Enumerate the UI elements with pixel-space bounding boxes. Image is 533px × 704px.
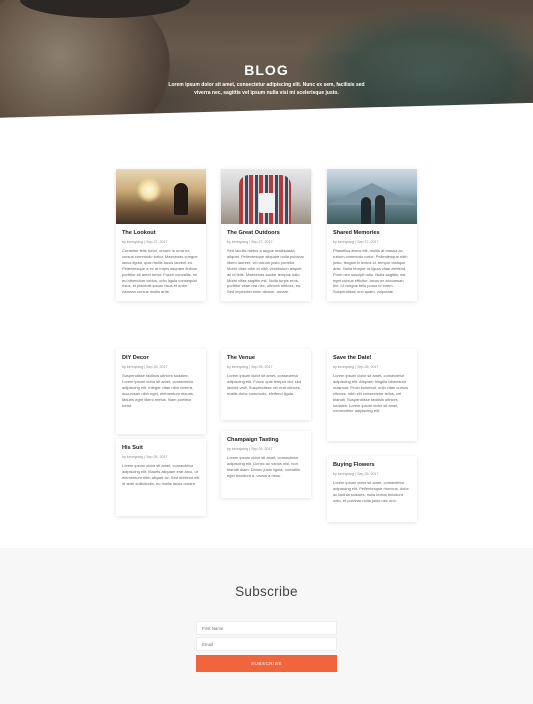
- post-meta: by kennyoing | Sep 26, 2017: [333, 472, 379, 476]
- post-meta: by kennyoing | Sep 27, 2017: [227, 240, 273, 244]
- post-excerpt: Lorem ipsum dolor sit amet, consectetur …: [227, 373, 302, 396]
- post-excerpt: Suspendisse facilisis ultrices sodales. …: [122, 373, 195, 408]
- post-meta: by kennyoing | Sep 26, 2017: [122, 365, 168, 369]
- post-title[interactable]: Shared Memories: [333, 230, 411, 237]
- blog-card[interactable]: Shared Memories by kennyoing | Sep 27, 2…: [327, 169, 417, 302]
- subscribe-title: Subscribe: [235, 584, 298, 599]
- blog-card[interactable]: DIY Decor by kennyoing | Sep 26, 2017 Su…: [116, 349, 206, 434]
- post-meta: by kennyoing | Sep 26, 2017: [122, 455, 168, 459]
- post-meta: by kennyoing | Sep 27, 2017: [333, 240, 379, 244]
- post-excerpt: Sed iaculis metus a augue malesuada aliq…: [227, 248, 304, 295]
- post-meta: by kennyoing | Sep 26, 2017: [333, 365, 379, 369]
- blog-card[interactable]: Buying Flowers by kennyoing | Sep 26, 20…: [327, 456, 417, 522]
- first-name-field[interactable]: [196, 621, 337, 635]
- post-title[interactable]: The Great Outdoors: [227, 230, 305, 237]
- email-field[interactable]: [196, 637, 337, 651]
- post-title[interactable]: The Venue: [227, 355, 305, 362]
- post-excerpt: Curabitur felis tortor, ornare in urna e…: [122, 248, 198, 295]
- post-title[interactable]: Champaign Tasting: [227, 437, 305, 444]
- page-title: BLOG: [244, 62, 289, 78]
- post-excerpt: Lorem ipsum dolor sit amet, consectetur …: [227, 455, 300, 478]
- post-thumbnail[interactable]: [116, 169, 206, 224]
- subscribe-button[interactable]: SUBSCRIBE: [196, 655, 337, 672]
- post-title[interactable]: The Lookout: [122, 230, 200, 237]
- subscribe-section: Subscribe SUBSCRIBE: [0, 548, 533, 704]
- blog-card[interactable]: Save the Date! by kennyoing | Sep 26, 20…: [327, 349, 417, 441]
- post-meta: by kennyoing | Sep 27, 2017: [122, 240, 168, 244]
- post-excerpt: Phasellus libero elit, mollis at massa a…: [333, 248, 408, 295]
- post-excerpt: Lorem ipsum dolor sit amet, consectetur …: [333, 480, 409, 503]
- post-thumbnail[interactable]: [327, 169, 417, 224]
- hero-banner: BLOG Lorem ipsum dolor sit amet, consect…: [0, 0, 533, 140]
- blog-card[interactable]: His Suit by kennyoing | Sep 26, 2017 Lor…: [116, 439, 206, 516]
- blog-card[interactable]: The Venue by kennyoing | Sep 26, 2017 Lo…: [221, 349, 311, 420]
- post-thumbnail[interactable]: [221, 169, 311, 224]
- hero-subtitle: Lorem ipsum dolor sit amet, consectetur …: [168, 82, 365, 96]
- post-excerpt: Lorem ipsum dolor sit amet, consectetur …: [333, 373, 409, 414]
- post-excerpt: Lorem ipsum dolor sit amet, consectetur …: [122, 463, 200, 486]
- blog-card[interactable]: The Lookout by kennyoing | Sep 27, 2017 …: [116, 169, 206, 302]
- blog-card[interactable]: The Great Outdoors by kennyoing | Sep 27…: [221, 169, 311, 302]
- post-meta: by kennyoing | Sep 26, 2017: [227, 365, 273, 369]
- post-title[interactable]: His Suit: [122, 445, 200, 452]
- post-meta: by kennyoing | Sep 26, 2017: [227, 447, 273, 451]
- blog-card[interactable]: Champaign Tasting by kennyoing | Sep 26,…: [221, 431, 311, 498]
- post-title[interactable]: DIY Decor: [122, 355, 200, 362]
- post-title[interactable]: Save the Date!: [333, 355, 411, 362]
- post-title[interactable]: Buying Flowers: [333, 462, 411, 469]
